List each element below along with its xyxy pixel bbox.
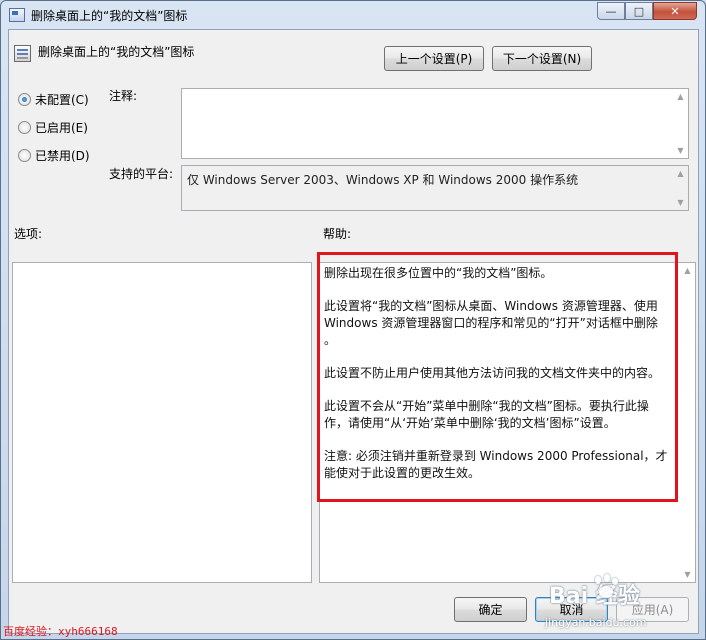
radio-indicator[interactable] (18, 120, 31, 134)
close-button[interactable]: ✕ (653, 2, 697, 20)
minimize-button[interactable]: — (597, 2, 625, 20)
policy-title: 删除桌面上的“我的文档”图标 (38, 45, 195, 59)
red-highlight-box (317, 252, 678, 502)
platform-scrollbar[interactable]: ▲ ▼ (673, 166, 688, 210)
radio-label: 未配置(C) (35, 92, 89, 107)
comment-textarea[interactable]: ▲ ▼ (181, 88, 689, 159)
previous-setting-button[interactable]: 上一个设置(P) (384, 46, 484, 71)
policy-setting-icon (14, 45, 31, 62)
radio-enabled[interactable]: 已启用(E) (18, 119, 88, 135)
watermark-text: 百度经验：xyh666168 (3, 625, 118, 638)
radio-indicator[interactable] (18, 148, 31, 162)
baidu-watermark: Bai 经验 jingyan.baidu.com (531, 574, 691, 640)
radio-not-configured[interactable]: 未配置(C) (18, 91, 89, 107)
platform-value: 仅 Windows Server 2003、Windows XP 和 Windo… (187, 173, 579, 187)
comment-label: 注释: (109, 89, 138, 103)
scroll-up-icon[interactable]: ▲ (684, 266, 690, 275)
scroll-up-icon[interactable]: ▲ (677, 92, 683, 101)
radio-indicator[interactable] (18, 92, 31, 106)
scroll-up-icon[interactable]: ▲ (677, 169, 683, 178)
title-bar[interactable]: 删除桌面上的“我的文档”图标 — □ ✕ (1, 1, 705, 29)
baidu-url-text: jingyan.baidu.com (545, 616, 647, 629)
radio-label: 已禁用(D) (35, 148, 90, 163)
options-label: 选项: (14, 227, 43, 241)
options-pane (12, 262, 312, 583)
dialog-window: 删除桌面上的“我的文档”图标 — □ ✕ 删除桌面上的“我的文档”图标 上一个设… (0, 0, 706, 640)
next-setting-button[interactable]: 下一个设置(N) (492, 46, 592, 71)
window-title: 删除桌面上的“我的文档”图标 (31, 9, 188, 23)
policy-app-icon (9, 8, 25, 22)
comment-scrollbar[interactable]: ▲ ▼ (673, 89, 688, 158)
platform-label: 支持的平台: (109, 167, 174, 181)
radio-label: 已启用(E) (35, 120, 88, 135)
maximize-button[interactable]: □ (625, 2, 653, 20)
scroll-down-icon[interactable]: ▼ (677, 198, 683, 207)
help-scrollbar[interactable]: ▲ ▼ (680, 263, 695, 582)
help-label: 帮助: (323, 227, 352, 241)
scroll-down-icon[interactable]: ▼ (677, 146, 683, 155)
radio-disabled[interactable]: 已禁用(D) (18, 147, 90, 163)
ok-button[interactable]: 确定 (454, 597, 527, 622)
caption-buttons: — □ ✕ (597, 2, 697, 20)
baidu-paw-icon (591, 574, 621, 604)
platform-field: 仅 Windows Server 2003、Windows XP 和 Windo… (181, 165, 689, 211)
